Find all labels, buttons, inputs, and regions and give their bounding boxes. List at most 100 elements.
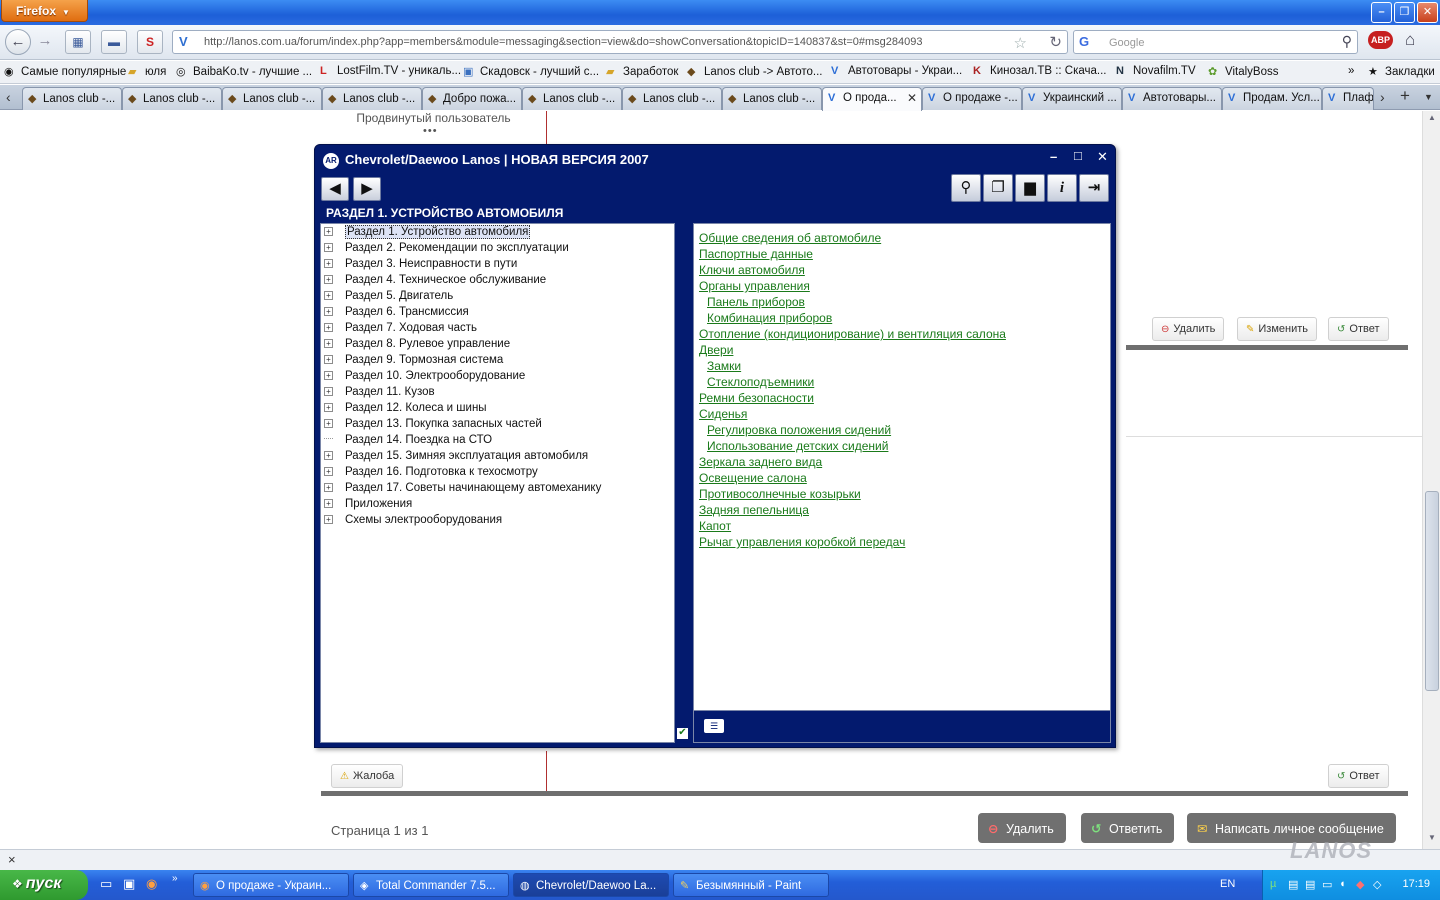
chat-icon[interactable]: ▬ (101, 30, 127, 54)
tab-list-icon[interactable]: ▼ (1424, 92, 1433, 102)
bookmark-item[interactable]: K Кинозал.ТВ :: Скача... (973, 65, 1107, 77)
tab[interactable]: ◆ Lanos club -... (622, 87, 722, 110)
taskbar-window[interactable]: ◉ О продаже - Украин... (193, 873, 349, 897)
search-icon[interactable]: ⚲ (1342, 33, 1352, 50)
scroll-down-icon[interactable]: ▼ (1425, 833, 1439, 847)
close-window-button[interactable]: ✕ (1417, 2, 1438, 23)
tab[interactable]: ◆ Lanos club -... (222, 87, 322, 110)
expand-icon[interactable]: + (324, 323, 333, 332)
bookmark-item[interactable]: ◆ Lanos club -> Автото... (687, 65, 823, 78)
print-icon[interactable]: ▆ (1015, 174, 1045, 202)
save-icon[interactable]: ▣ (123, 876, 135, 892)
bookmark-item[interactable]: L LostFilm.TV - уникаль... (320, 65, 461, 77)
edit-post-button[interactable]: ✎ Изменить (1237, 317, 1318, 341)
back-button[interactable]: ← (5, 29, 31, 55)
bookmark-item[interactable]: ▰ юля (128, 65, 166, 78)
exit-icon[interactable]: ⇥ (1079, 174, 1109, 202)
bookmark-item[interactable]: ▣ Скадовск - лучший с... (463, 65, 599, 78)
expand-icon[interactable]: + (324, 515, 333, 524)
volume-icon[interactable]: ◖ (1339, 878, 1346, 890)
tree-item[interactable]: + Раздел 16. Подготовка к техосмотру (324, 466, 538, 482)
apps-grid-icon[interactable]: ▦ (65, 30, 91, 54)
expand-icon[interactable]: + (324, 483, 333, 492)
tree-item[interactable]: + Раздел 1. Устройство автомобиля (324, 225, 531, 242)
tab[interactable]: ◆ Lanos club -... (322, 87, 422, 110)
pages-icon[interactable]: ❐ (983, 174, 1013, 202)
minimize-button[interactable]: – (1371, 2, 1392, 23)
forward-button[interactable]: → (32, 29, 58, 55)
close-tab-icon[interactable]: ✕ (907, 91, 917, 105)
scroll-up-icon[interactable]: ▲ (1425, 113, 1439, 127)
reply-post-button[interactable]: ↺ Ответ (1328, 764, 1389, 788)
quicklaunch-overflow-icon[interactable]: » (172, 873, 178, 884)
tree-item[interactable]: + Раздел 17. Советы начинающему автомехан… (324, 482, 601, 498)
tabs-scroll-right-icon[interactable]: › (1380, 89, 1385, 105)
address-bar[interactable]: V http://lanos.com.ua/forum/index.php?ap… (172, 30, 1068, 54)
tree-item[interactable]: + Раздел 5. Двигатель (324, 290, 453, 306)
bookmark-item[interactable]: ◎ BaibaKo.tv - лучшие ... (176, 65, 312, 78)
taskbar-window[interactable]: ✎ Безымянный - Paint (673, 873, 829, 897)
tab[interactable]: V Украинский ... (1022, 87, 1122, 110)
topic-link[interactable]: Рычаг управления коробкой передач (699, 535, 905, 549)
tab[interactable]: ◆ Добро пожа... (422, 87, 522, 110)
tab[interactable]: V Продам. Усл... (1222, 87, 1322, 110)
info-icon[interactable]: i (1047, 174, 1077, 202)
topic-link[interactable]: Ключи автомобиля (699, 263, 805, 277)
topic-link[interactable]: Противосолнечные козырьки (699, 487, 861, 501)
firefox-menu-button[interactable]: Firefox ▼ (1, 0, 88, 22)
restore-button[interactable]: ❐ (1394, 2, 1415, 23)
taskbar-window-active[interactable]: ◍ Chevrolet/Daewoo La... (513, 873, 669, 897)
tree-item[interactable]: + Схемы электрооборудования (324, 514, 502, 530)
scroll-thumb[interactable] (1425, 491, 1439, 691)
delete-conversation-button[interactable]: ⊖ Удалить (978, 813, 1066, 843)
bookmarks-overflow-icon[interactable]: » (1348, 65, 1354, 77)
check-icon[interactable]: ✔ (677, 728, 688, 739)
tab[interactable]: VО продаже -... (922, 87, 1022, 110)
close-addon-bar-icon[interactable]: × (8, 852, 16, 867)
tree-item[interactable]: Раздел 14. Поездка на СТО (324, 434, 492, 450)
bookmark-item[interactable]: ✿ VitalyBoss (1208, 65, 1278, 78)
topic-link[interactable]: Зеркала заднего вида (699, 455, 822, 469)
tab[interactable]: ◆ Lanos club -... (522, 87, 622, 110)
tab[interactable]: ◆ Lanos club -... (722, 87, 822, 110)
new-tab-icon[interactable]: + (1400, 86, 1410, 106)
topic-link[interactable]: Ремни безопасности (699, 391, 814, 405)
tree-item[interactable]: + Приложения (324, 498, 412, 514)
tree-item[interactable]: + Раздел 4. Техническое обслуживание (324, 274, 546, 290)
bookmark-item[interactable]: V Автотовары - Украи... (831, 65, 962, 77)
minimize-button[interactable]: – (1050, 149, 1057, 164)
complaint-button[interactable]: ⚠ Жалоба (331, 764, 404, 788)
tree-item[interactable]: + Раздел 6. Трансмиссия (324, 306, 469, 322)
tabs-scroll-left-icon[interactable]: ‹ (6, 89, 11, 105)
tree-item[interactable]: + Раздел 15. Зимняя эксплуатация автомоби… (324, 450, 588, 466)
expand-icon[interactable]: + (324, 259, 333, 268)
topic-link[interactable]: Комбинация приборов (707, 311, 832, 325)
topic-link[interactable]: Замки (707, 359, 741, 373)
expand-icon[interactable]: + (324, 355, 333, 364)
expand-icon[interactable]: + (324, 387, 333, 396)
expand-icon[interactable]: + (324, 227, 333, 236)
bookmark-star-icon[interactable]: ☆ (1014, 34, 1027, 52)
forward-arrow-button[interactable]: ▶ (353, 177, 381, 201)
expand-icon[interactable]: + (324, 243, 333, 252)
bookmark-item[interactable]: N Novafilm.TV (1116, 65, 1196, 77)
topic-link[interactable]: Задняя пепельница (699, 503, 809, 517)
language-indicator[interactable]: EN (1220, 878, 1235, 890)
page-scrollbar[interactable]: ▲ ▼ (1422, 111, 1440, 849)
close-button[interactable]: ✕ (1097, 149, 1108, 165)
tree-item[interactable]: + Раздел 2. Рекомендации по эксплуатации (324, 242, 569, 258)
expand-icon[interactable]: + (324, 339, 333, 348)
bookmark-item[interactable]: ◉ Самые популярные (4, 65, 126, 78)
topic-link[interactable]: Панель приборов (707, 295, 805, 309)
topic-link[interactable]: Использование детских сидений (707, 439, 888, 453)
expand-icon[interactable]: + (324, 275, 333, 284)
bookmarks-menu[interactable]: ★ Закладки (1368, 65, 1435, 78)
start-button[interactable]: ❖ пуск (0, 870, 88, 900)
search-icon[interactable]: ⚲ (951, 174, 981, 202)
topic-link[interactable]: Паспортные данные (699, 247, 813, 261)
tree-item[interactable]: + Раздел 8. Рулевое управление (324, 338, 510, 354)
topic-link[interactable]: Отопление (кондиционирование) и вентиляц… (699, 327, 1006, 341)
topic-link[interactable]: Регулировка положения сидений (707, 423, 891, 437)
text-view-icon[interactable]: ☰ (704, 719, 724, 733)
topic-link[interactable]: Сиденья (699, 407, 747, 421)
